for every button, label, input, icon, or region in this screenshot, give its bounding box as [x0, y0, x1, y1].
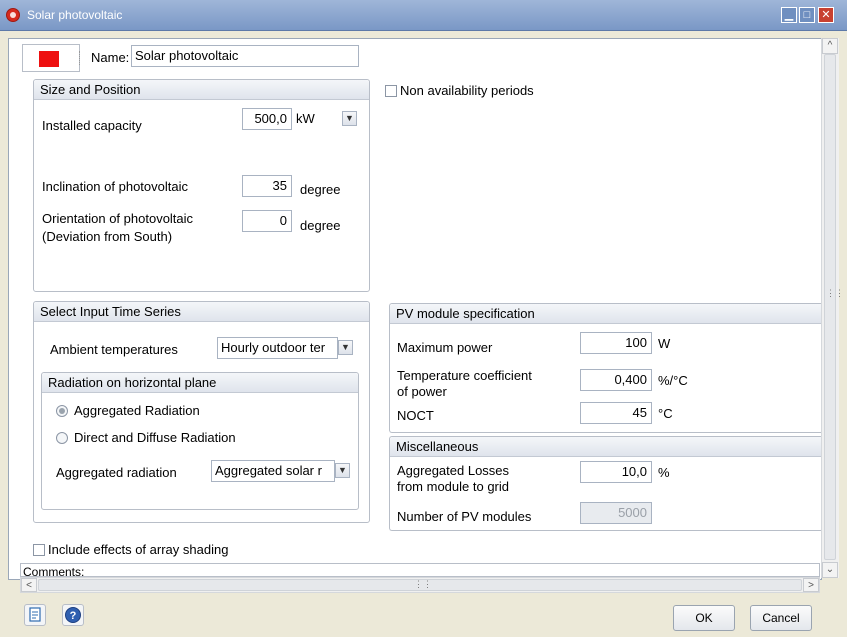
input-series-title: Select Input Time Series: [34, 302, 369, 322]
aggregated-radiation-radio[interactable]: [56, 405, 68, 417]
array-shading-label: Include effects of array shading: [48, 542, 229, 557]
scroll-left-button[interactable]: <: [21, 578, 37, 592]
temp-coeff-unit: %/°C: [658, 373, 688, 388]
name-input[interactable]: Solar photovoltaic: [131, 45, 359, 67]
chevron-down-icon[interactable]: ▼: [342, 111, 357, 126]
help-icon: ?: [65, 607, 81, 623]
temp-coeff-input[interactable]: 0,400: [580, 369, 652, 391]
ambient-label: Ambient temperatures: [50, 342, 178, 357]
comments-label: Comments:: [23, 565, 85, 577]
cancel-button[interactable]: Cancel: [750, 605, 812, 631]
ambient-select[interactable]: Hourly outdoor ter: [217, 337, 338, 359]
inclination-unit: degree: [300, 182, 341, 197]
pv-spec-panel: PV module specification Maximum power 10…: [389, 303, 821, 433]
scroll-up-button[interactable]: ^: [822, 38, 838, 54]
orientation-label-line2: (Deviation from South): [42, 229, 173, 244]
grip-icon: ⋮⋮: [826, 288, 844, 298]
grip-icon: ⋮⋮: [414, 579, 432, 589]
color-swatch: [39, 51, 59, 67]
orientation-label-line1: Orientation of photovoltaic: [42, 211, 194, 226]
max-power-label: Maximum power: [397, 340, 493, 355]
ok-button[interactable]: OK: [673, 605, 735, 631]
installed-capacity-input[interactable]: 500,0: [242, 108, 292, 130]
temp-coeff-label-line1: Temperature coefficient: [397, 368, 532, 383]
chevron-down-icon[interactable]: ▼: [335, 463, 350, 478]
size-position-title: Size and Position: [34, 80, 369, 100]
direct-diffuse-radio[interactable]: [56, 432, 68, 444]
losses-unit: %: [658, 465, 670, 480]
maximize-button[interactable]: □: [799, 7, 815, 23]
orientation-unit: degree: [300, 218, 341, 233]
scroll-down-button[interactable]: ⌄: [822, 562, 838, 578]
comments-area[interactable]: Comments:: [20, 563, 820, 577]
size-position-panel: Size and Position Installed capacity 500…: [33, 79, 370, 292]
misc-panel: Miscellaneous Aggregated Losses from mod…: [389, 436, 821, 531]
max-power-input[interactable]: 100: [580, 332, 652, 354]
noct-label: NOCT: [397, 408, 434, 423]
non-availability-checkbox[interactable]: [385, 85, 397, 97]
aggregated-radiation-field-label: Aggregated radiation: [56, 465, 177, 480]
input-series-panel: Select Input Time Series Ambient tempera…: [33, 301, 370, 523]
radiation-panel: Radiation on horizontal plane Aggregated…: [41, 372, 359, 510]
horizontal-scrollbar[interactable]: < ⋮⋮ >: [20, 577, 820, 593]
splitter-handle[interactable]: [79, 51, 84, 65]
aggregated-radiation-label: Aggregated Radiation: [74, 403, 200, 418]
inclination-label: Inclination of photovoltaic: [42, 179, 188, 194]
color-picker-button[interactable]: [22, 44, 80, 72]
vertical-scroll-thumb[interactable]: [824, 54, 836, 560]
title-bar[interactable]: Solar photovoltaic ▁ □ ✕: [0, 0, 847, 31]
vertical-scrollbar[interactable]: ^ ⋮⋮ ⌄: [821, 38, 844, 578]
scroll-right-button[interactable]: >: [803, 578, 819, 592]
notes-icon: [29, 607, 41, 622]
radiation-title: Radiation on horizontal plane: [42, 373, 358, 393]
help-button[interactable]: ?: [62, 604, 84, 626]
noct-unit: °C: [658, 406, 673, 421]
dialog-content: Name: Solar photovoltaic Size and Positi…: [8, 38, 822, 580]
aggregated-radiation-select[interactable]: Aggregated solar r: [211, 460, 335, 482]
orientation-input[interactable]: 0: [242, 210, 292, 232]
capacity-unit-select[interactable]: kW: [296, 111, 315, 126]
pv-modules-label: Number of PV modules: [397, 509, 532, 524]
installed-capacity-label: Installed capacity: [42, 118, 142, 133]
losses-label-line1: Aggregated Losses: [397, 463, 510, 478]
noct-input[interactable]: 45: [580, 402, 652, 424]
temp-coeff-label-line2: of power: [397, 384, 447, 399]
max-power-unit: W: [658, 336, 671, 351]
misc-title: Miscellaneous: [390, 437, 821, 457]
losses-input[interactable]: 10,0: [580, 461, 652, 483]
non-availability-label: Non availability periods: [400, 83, 534, 98]
chevron-down-icon[interactable]: ▼: [338, 340, 353, 355]
app-logo-icon: [6, 8, 20, 22]
inclination-input[interactable]: 35: [242, 175, 292, 197]
name-label: Name:: [91, 50, 130, 65]
direct-diffuse-label: Direct and Diffuse Radiation: [74, 430, 236, 445]
close-button[interactable]: ✕: [818, 7, 834, 23]
minimize-button[interactable]: ▁: [781, 7, 797, 23]
notes-button[interactable]: [24, 604, 46, 626]
pv-modules-input: 5000: [580, 502, 652, 524]
array-shading-checkbox[interactable]: [33, 544, 45, 556]
svg-text:?: ?: [70, 610, 77, 622]
pv-spec-title: PV module specification: [390, 304, 821, 324]
losses-label-line2: from module to grid: [397, 479, 509, 494]
window-title: Solar photovoltaic: [27, 8, 123, 22]
